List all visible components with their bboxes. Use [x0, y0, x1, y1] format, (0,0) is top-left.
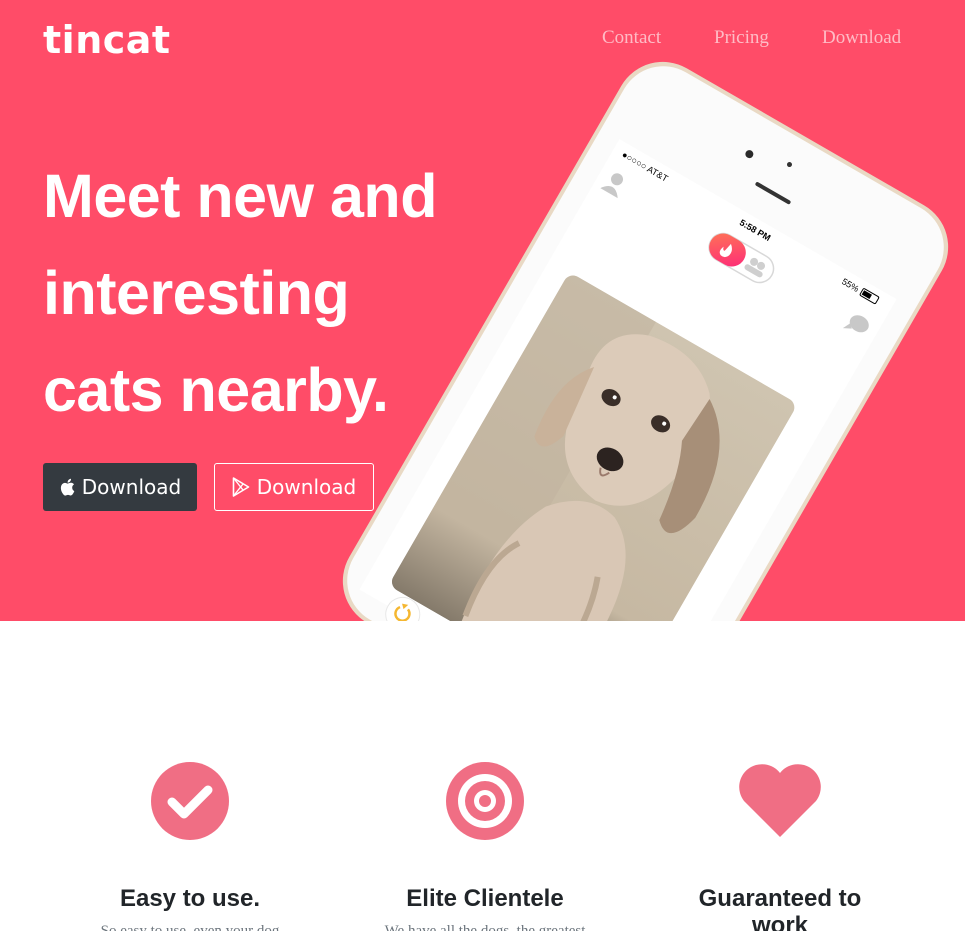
heart-icon [739, 764, 821, 837]
feature-text: We have all the dogs, the greatest [384, 923, 586, 931]
feature-title: Guaranteed to work [698, 885, 862, 931]
feature-text: So easy to use, even your dog [100, 923, 280, 931]
bullseye-icon [446, 762, 524, 840]
phone-mockup: ●○○○○ AT&T 5:58 PM 55% [342, 61, 949, 621]
check-circle-icon [151, 762, 229, 840]
hero-section: tincat Contact Pricing Download Meet new… [0, 0, 965, 621]
feature-title: Easy to use. [119, 885, 261, 912]
features-section: Easy to use. So easy to use, even your d… [0, 621, 965, 931]
feature-title: Elite Clientele [406, 885, 564, 912]
